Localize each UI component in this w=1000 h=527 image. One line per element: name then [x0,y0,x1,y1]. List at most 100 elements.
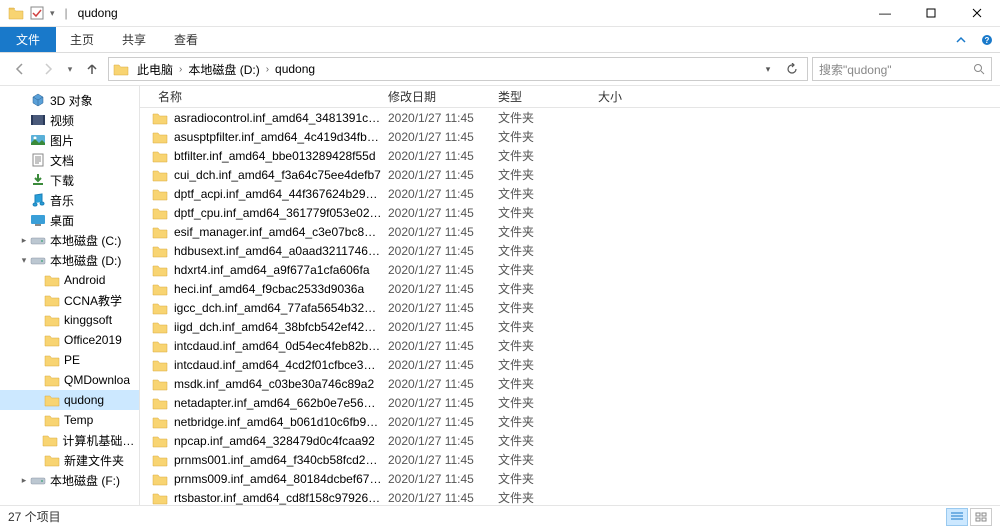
file-type: 文件夹 [492,261,592,278]
tree-item[interactable]: 3D 对象 [0,90,139,110]
tree-item[interactable]: ▸本地磁盘 (C:) [0,230,139,250]
file-row[interactable]: iigd_dch.inf_amd64_38bfcb542ef4272e2020/… [140,317,1000,336]
file-name: iigd_dch.inf_amd64_38bfcb542ef4272e [174,320,382,334]
tree-item[interactable]: CCNA教学 [0,290,139,310]
file-row[interactable]: hdxrt4.inf_amd64_a9f677a1cfa606fa2020/1/… [140,260,1000,279]
file-date: 2020/1/27 11:45 [382,187,492,201]
file-row[interactable]: asusptpfilter.inf_amd64_4c419d34fb9...20… [140,127,1000,146]
back-button[interactable] [8,57,32,81]
forward-button[interactable] [36,57,60,81]
column-name[interactable]: 名称 [152,88,382,105]
file-row[interactable]: intcdaud.inf_amd64_4cd2f01cfbce31602020/… [140,355,1000,374]
address-dropdown[interactable]: ▾ [757,58,779,80]
column-size[interactable]: 大小 [592,88,692,105]
close-button[interactable] [954,0,1000,27]
help-button[interactable]: ? [974,27,1000,52]
column-type[interactable]: 类型 [492,88,592,105]
file-type: 文件夹 [492,413,592,430]
tree-item[interactable]: 视频 [0,110,139,130]
titlebar: ▾ | qudong — [0,0,1000,27]
file-date: 2020/1/27 11:45 [382,149,492,163]
tree-item[interactable]: Office2019 [0,330,139,350]
expand-icon[interactable]: ▸ [18,235,30,246]
folder-icon [44,393,60,407]
breadcrumb[interactable]: 此电脑 [135,61,175,78]
tree-item[interactable]: 音乐 [0,190,139,210]
tree-item[interactable]: qudong [0,390,139,410]
file-list[interactable]: asradiocontrol.inf_amd64_3481391c8...202… [140,108,1000,505]
tree-item[interactable]: 新建文件夹 [0,450,139,470]
tab-home[interactable]: 主页 [56,27,108,52]
column-date[interactable]: 修改日期 [382,88,492,105]
file-row[interactable]: intcdaud.inf_amd64_0d54ec4feb82b9...2020… [140,336,1000,355]
tree-item[interactable]: 文档 [0,150,139,170]
breadcrumb[interactable]: 本地磁盘 (D:) [186,61,261,78]
tree-item[interactable]: kinggsoft [0,310,139,330]
maximize-button[interactable] [908,0,954,27]
ribbon-collapse-button[interactable] [948,27,974,52]
file-row[interactable]: msdk.inf_amd64_c03be30a746c89a22020/1/27… [140,374,1000,393]
folder-icon [152,320,168,334]
up-button[interactable] [80,57,104,81]
file-type: 文件夹 [492,470,592,487]
breadcrumb[interactable]: qudong [273,62,317,76]
view-icons-button[interactable] [970,508,992,526]
expand-icon[interactable]: ▾ [18,255,30,266]
file-row[interactable]: prnms001.inf_amd64_f340cb58fcd232...2020… [140,450,1000,469]
tree-item[interactable]: Android [0,270,139,290]
file-row[interactable]: heci.inf_amd64_f9cbac2533d9036a2020/1/27… [140,279,1000,298]
tree-item[interactable]: ▸本地磁盘 (F:) [0,470,139,490]
tree-item[interactable]: 下载 [0,170,139,190]
file-name: dptf_cpu.inf_amd64_361779f053e025ac [174,206,382,220]
file-row[interactable]: dptf_cpu.inf_amd64_361779f053e025ac2020/… [140,203,1000,222]
file-date: 2020/1/27 11:45 [382,206,492,220]
file-type: 文件夹 [492,394,592,411]
tree-item-label: 下载 [50,172,74,189]
file-row[interactable]: btfilter.inf_amd64_bbe013289428f55d2020/… [140,146,1000,165]
search-input[interactable]: 搜索"qudong" [812,57,992,81]
address-bar[interactable]: 此电脑 › 本地磁盘 (D:) › qudong ▾ [108,57,808,81]
chevron-right-icon[interactable]: › [179,64,182,75]
file-row[interactable]: asradiocontrol.inf_amd64_3481391c8...202… [140,108,1000,127]
file-row[interactable]: netadapter.inf_amd64_662b0e7e568b...2020… [140,393,1000,412]
file-row[interactable]: rtsbastor.inf_amd64_cd8f158c979261...202… [140,488,1000,505]
view-details-button[interactable] [946,508,968,526]
file-name: igcc_dch.inf_amd64_77afa5654b325675 [174,301,382,315]
music-icon [30,193,46,207]
tree-item[interactable]: Temp [0,410,139,430]
tree-item-label: PE [64,353,80,367]
search-icon [973,63,985,75]
file-row[interactable]: npcap.inf_amd64_328479d0c4fcaa922020/1/2… [140,431,1000,450]
dropdown-icon[interactable]: ▾ [50,8,55,19]
tree-item[interactable]: 计算机基础与应 [0,430,139,450]
refresh-button[interactable] [781,58,803,80]
file-type: 文件夹 [492,356,592,373]
minimize-button[interactable]: — [862,0,908,27]
address-row: ▾ 此电脑 › 本地磁盘 (D:) › qudong ▾ 搜索"qudong" [0,53,1000,85]
file-row[interactable]: esif_manager.inf_amd64_c3e07bc8cd...2020… [140,222,1000,241]
tree-item[interactable]: QMDownloa [0,370,139,390]
tree-item[interactable]: 桌面 [0,210,139,230]
tab-share[interactable]: 共享 [108,27,160,52]
file-tab[interactable]: 文件 [0,27,56,52]
file-row[interactable]: igcc_dch.inf_amd64_77afa5654b3256752020/… [140,298,1000,317]
folder-icon [152,453,168,467]
file-date: 2020/1/27 11:45 [382,434,492,448]
file-row[interactable]: dptf_acpi.inf_amd64_44f367624b292f...202… [140,184,1000,203]
file-row[interactable]: prnms009.inf_amd64_80184dcbef677...2020/… [140,469,1000,488]
tab-view[interactable]: 查看 [160,27,212,52]
window-title: qudong [78,6,118,20]
file-row[interactable]: netbridge.inf_amd64_b061d10c6fb98...2020… [140,412,1000,431]
file-type: 文件夹 [492,375,592,392]
expand-icon[interactable]: ▸ [18,475,30,486]
navigation-tree[interactable]: 3D 对象视频图片文档下载音乐桌面▸本地磁盘 (C:)▾本地磁盘 (D:)And… [0,86,140,505]
file-row[interactable]: hdbusext.inf_amd64_a0aad32117464...2020/… [140,241,1000,260]
tree-item[interactable]: ▾本地磁盘 (D:) [0,250,139,270]
recent-dropdown[interactable]: ▾ [64,57,76,81]
file-row[interactable]: cui_dch.inf_amd64_f3a64c75ee4defb72020/1… [140,165,1000,184]
tree-item[interactable]: 图片 [0,130,139,150]
chevron-right-icon[interactable]: › [266,64,269,75]
tree-item[interactable]: PE [0,350,139,370]
file-date: 2020/1/27 11:45 [382,472,492,486]
file-date: 2020/1/27 11:45 [382,377,492,391]
